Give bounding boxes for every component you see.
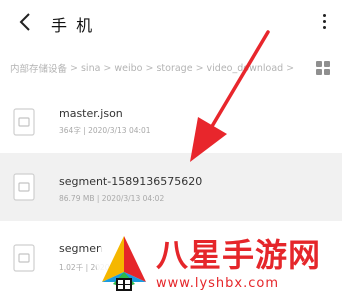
site-logo-icon <box>96 234 152 291</box>
watermark-url: www.lyshbx.com <box>156 276 279 291</box>
back-arrow-icon[interactable] <box>15 11 37 33</box>
breadcrumb-item-internal-storage[interactable]: 内部存储设备 <box>10 61 67 75</box>
file-icon <box>13 173 35 201</box>
chevron-right-icon: > <box>103 62 112 74</box>
breadcrumb: 内部存储设备 > sina > weibo > storage > video_… <box>10 59 296 77</box>
file-meta: 86.79 MB | 2020/3/13 04:02 <box>59 194 165 203</box>
chevron-right-icon: > <box>195 62 204 74</box>
file-icon <box>13 108 35 136</box>
chevron-right-icon: > <box>70 62 78 74</box>
file-name: segment-1589136575620 <box>59 175 203 188</box>
breadcrumb-item-sina[interactable]: sina <box>81 63 100 74</box>
watermark: 八星手游网 www.lyshbx.com <box>94 226 342 295</box>
file-icon <box>13 244 35 272</box>
breadcrumb-item-storage[interactable]: storage <box>156 63 192 74</box>
file-name: master.json <box>59 107 123 120</box>
more-options-icon[interactable] <box>320 14 328 32</box>
chevron-right-icon: > <box>286 62 295 74</box>
breadcrumb-item-weibo[interactable]: weibo <box>114 63 142 74</box>
breadcrumb-item-video-download[interactable]: video_download <box>207 63 284 74</box>
page-title: 手 机 <box>51 16 95 35</box>
watermark-title: 八星手游网 <box>156 236 322 274</box>
chevron-right-icon: > <box>145 62 154 74</box>
file-meta: 364字 | 2020/3/13 04:01 <box>59 126 151 135</box>
grid-view-icon[interactable] <box>316 61 330 75</box>
top-bar: 手 机 <box>0 0 342 46</box>
file-row-selected[interactable]: segment-1589136575620 86.79 MB | 2020/3/… <box>0 153 342 221</box>
file-row[interactable]: master.json 364字 | 2020/3/13 04:01 <box>0 94 342 150</box>
